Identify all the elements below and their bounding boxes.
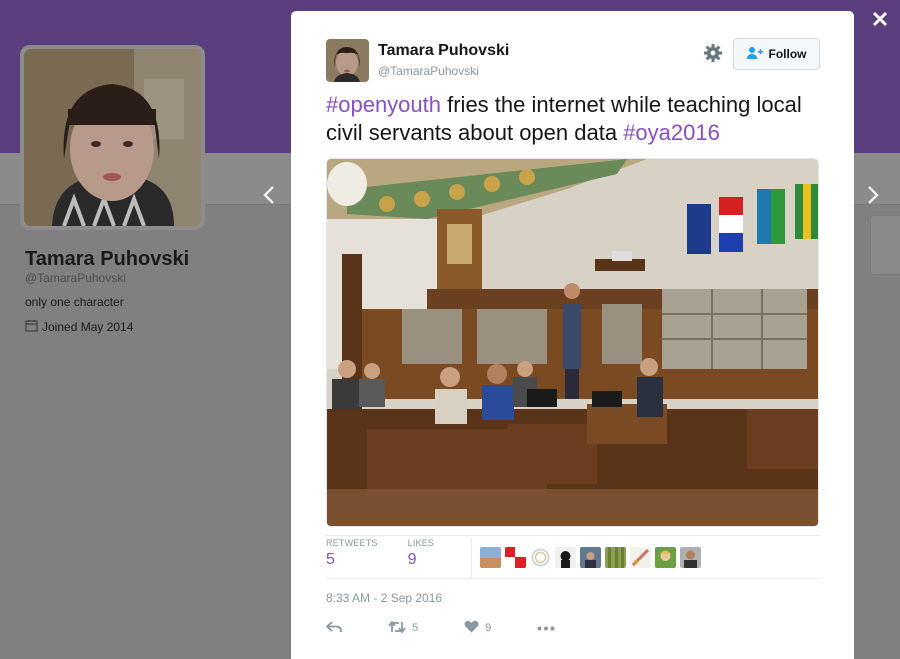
retweets-stat[interactable]: RETWEETS 5: [326, 538, 378, 569]
tweet-actions: 5 9: [325, 618, 601, 638]
author-handle[interactable]: @TamaraPuhovski: [378, 64, 479, 78]
retweet-icon: [388, 620, 406, 637]
profile-avatar[interactable]: [20, 45, 205, 230]
reply-icon: [325, 620, 342, 637]
hashtag-link[interactable]: #oya2016: [623, 120, 720, 145]
tweet-timestamp[interactable]: 8:33 AM - 2 Sep 2016: [326, 591, 442, 605]
heart-icon: [464, 620, 479, 636]
liker-avatar[interactable]: [605, 547, 626, 568]
follow-label: Follow: [768, 47, 807, 61]
liker-avatar[interactable]: [530, 547, 551, 568]
retweets-label: RETWEETS: [326, 538, 378, 548]
liker-avatar[interactable]: [630, 547, 651, 568]
profile-name[interactable]: Tamara Puhovski: [25, 248, 189, 271]
chevron-left-icon[interactable]: [259, 184, 279, 210]
follow-button[interactable]: Follow: [733, 38, 820, 70]
liker-avatar[interactable]: [680, 547, 701, 568]
liker-avatar[interactable]: [580, 547, 601, 568]
profile-bio: only one character: [25, 295, 124, 309]
tweet-photo[interactable]: [326, 158, 819, 527]
likes-label: LIKES: [407, 538, 435, 548]
tweet-stats: RETWEETS 5 LIKES 9: [326, 538, 820, 578]
retweet-count: 5: [412, 622, 419, 634]
like-button[interactable]: 9: [464, 620, 491, 636]
liker-avatar[interactable]: [505, 547, 526, 568]
add-user-icon: [746, 46, 763, 62]
profile-handle[interactable]: @TamaraPuhovski: [25, 271, 126, 285]
gear-icon[interactable]: [701, 41, 725, 65]
liker-avatar[interactable]: [480, 547, 501, 568]
side-card: [870, 215, 900, 275]
likes-stat[interactable]: LIKES 9: [408, 538, 435, 569]
liker-avatar[interactable]: [555, 547, 576, 568]
stats-separator: [471, 538, 472, 578]
more-icon: [537, 622, 555, 634]
liker-avatar[interactable]: [655, 547, 676, 568]
author-avatar[interactable]: [326, 39, 369, 82]
more-button[interactable]: [537, 622, 555, 634]
close-icon[interactable]: [868, 8, 892, 34]
divider: [326, 578, 820, 579]
profile-joined: Joined May 2014: [25, 319, 133, 335]
tweet-modal: Tamara Puhovski @TamaraPuhovski Follow #…: [291, 11, 854, 659]
author-name[interactable]: Tamara Puhovski: [378, 42, 509, 60]
retweets-count: 5: [326, 551, 335, 568]
retweet-button[interactable]: 5: [388, 620, 418, 637]
like-count: 9: [485, 622, 492, 634]
divider: [326, 535, 820, 536]
chevron-right-icon[interactable]: [863, 184, 883, 210]
profile-joined-text: Joined May 2014: [42, 320, 134, 334]
reply-button[interactable]: [325, 620, 342, 637]
hashtag-link[interactable]: #openyouth: [326, 92, 441, 117]
tweet-text: #openyouth fries the internet while teac…: [326, 91, 826, 147]
calendar-icon: [25, 319, 38, 335]
likers-avatars: [480, 547, 701, 568]
likes-count: 9: [407, 551, 417, 568]
